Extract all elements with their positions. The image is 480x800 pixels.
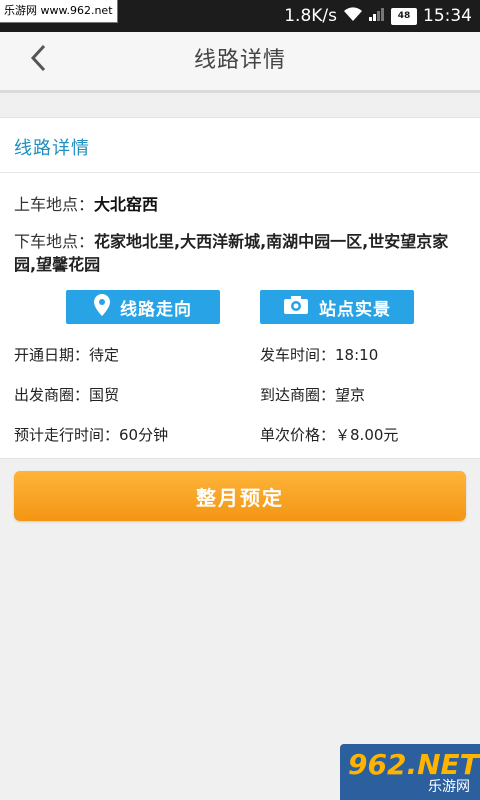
wifi-icon bbox=[343, 6, 363, 27]
battery-icon: 48 bbox=[391, 7, 417, 25]
duration-label: 预计走行时间： bbox=[14, 426, 120, 444]
duration: 预计走行时间：60分钟 bbox=[14, 424, 168, 445]
from-area: 出发商圈：国贸 bbox=[14, 384, 119, 405]
depart-time-value: 18:10 bbox=[335, 346, 379, 364]
duration-value: 60分钟 bbox=[119, 426, 169, 444]
route-direction-label: 线路走向 bbox=[120, 299, 192, 320]
open-date-value: 待定 bbox=[89, 346, 120, 364]
page-title: 线路详情 bbox=[193, 48, 286, 73]
site-watermark: 乐游网 www.962.net bbox=[0, 0, 118, 23]
signal-icon bbox=[369, 6, 385, 26]
open-date-label: 开通日期： bbox=[14, 346, 90, 364]
route-detail-card: 线路详情 上车地点：大北窑西 下车地点：花家地北里,大西洋新城,南湖中园一区,世… bbox=[0, 117, 480, 459]
pickup-row: 上车地点：大北窑西 bbox=[14, 191, 158, 215]
watermark-logo: 962.NET 乐游网 bbox=[340, 744, 480, 800]
monthly-booking-button[interactable]: 整月预定 bbox=[14, 471, 466, 521]
to-area-label: 到达商圈： bbox=[260, 386, 336, 404]
location-pin-icon bbox=[94, 293, 110, 321]
route-direction-button[interactable]: 线路走向 bbox=[66, 290, 220, 324]
status-bar: 乐游网 www.962.net 1.8K/s 48 15:34 bbox=[0, 0, 480, 32]
section-title: 线路详情 bbox=[14, 138, 90, 159]
to-area: 到达商圈：望京 bbox=[260, 384, 365, 405]
status-icons: 1.8K/s 48 15:34 bbox=[284, 0, 472, 32]
depart-time: 发车时间：18:10 bbox=[260, 344, 378, 365]
pickup-value: 大北窑西 bbox=[94, 195, 159, 214]
to-area-value: 望京 bbox=[335, 386, 366, 404]
clock: 15:34 bbox=[423, 6, 472, 26]
pickup-label: 上车地点： bbox=[14, 195, 95, 214]
open-date: 开通日期：待定 bbox=[14, 344, 119, 365]
title-bar: 线路详情 bbox=[0, 32, 480, 93]
station-photos-label: 站点实景 bbox=[319, 299, 391, 320]
network-speed: 1.8K/s bbox=[284, 6, 337, 26]
price-label: 单次价格： bbox=[260, 426, 336, 444]
depart-time-label: 发车时间： bbox=[260, 346, 336, 364]
from-area-value: 国贸 bbox=[89, 386, 120, 404]
watermark-logo-subtext: 乐游网 bbox=[428, 779, 470, 795]
price-value: ￥8.00元 bbox=[335, 426, 399, 444]
station-photos-button[interactable]: 站点实景 bbox=[260, 290, 414, 324]
divider bbox=[0, 172, 480, 173]
camera-icon bbox=[283, 295, 309, 320]
dropoff-row: 下车地点：花家地北里,大西洋新城,南湖中园一区,世安望京家园,望馨花园 bbox=[14, 230, 464, 276]
from-area-label: 出发商圈： bbox=[14, 386, 90, 404]
dropoff-label: 下车地点： bbox=[14, 232, 95, 251]
price: 单次价格：￥8.00元 bbox=[260, 424, 398, 445]
